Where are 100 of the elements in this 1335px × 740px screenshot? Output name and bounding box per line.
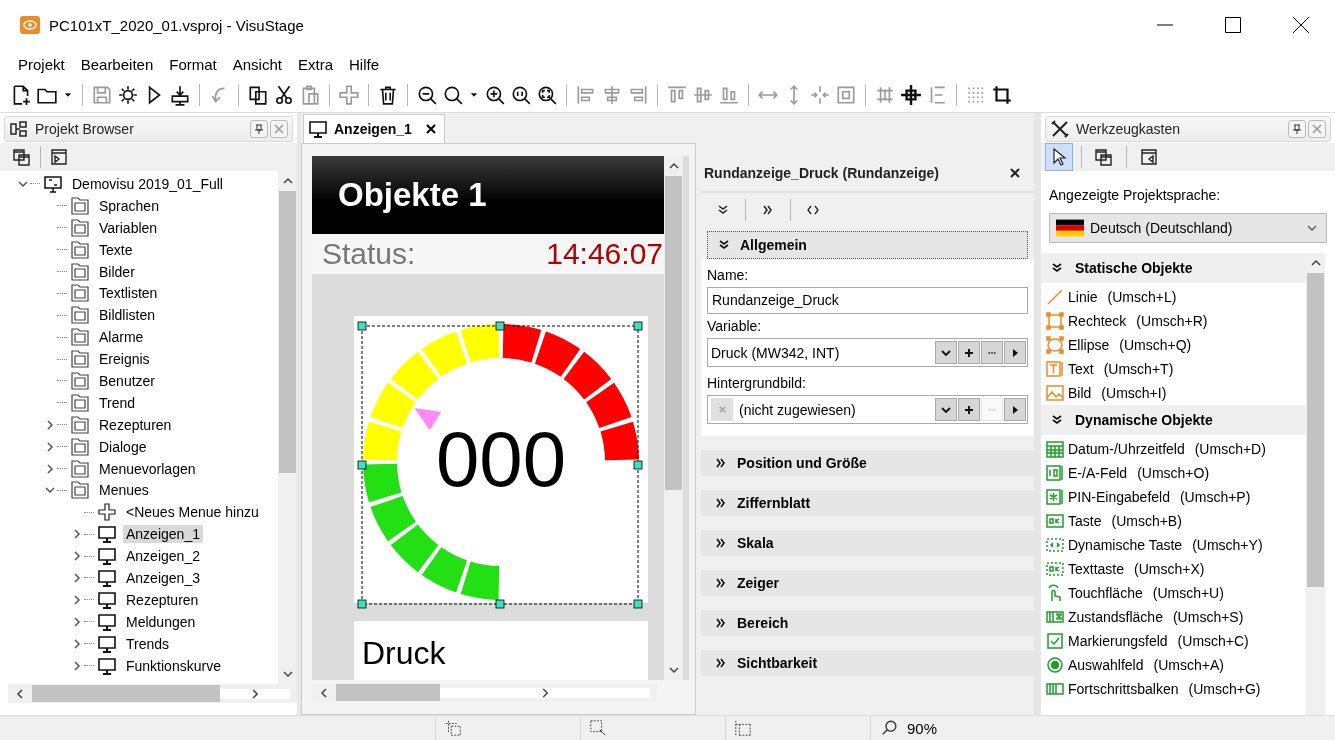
- scroll-left-icon[interactable]: [319, 687, 329, 698]
- expander-icon[interactable]: [72, 551, 82, 562]
- menu-item[interactable]: Hilfe: [341, 52, 387, 76]
- code-icon[interactable]: [807, 204, 819, 216]
- window-arrow-icon[interactable]: [49, 147, 69, 167]
- chevron-icon[interactable]: [715, 537, 727, 549]
- horizontal-scrollbar[interactable]: [8, 684, 297, 703]
- plus-icon[interactable]: [964, 347, 974, 358]
- close-icon[interactable]: [425, 124, 436, 134]
- tree-item[interactable]: Anzeigen_3: [123, 568, 203, 587]
- toolbox-item[interactable]: Fortschrittsbalken: [1068, 681, 1179, 697]
- trash-icon[interactable]: [377, 84, 399, 106]
- tree-item[interactable]: Anzeigen_1: [123, 525, 203, 544]
- toolbox-item[interactable]: Rechteck: [1068, 313, 1127, 329]
- toolbox-item[interactable]: E-/A-Feld: [1068, 465, 1128, 481]
- menu-item[interactable]: Ansicht: [224, 52, 290, 76]
- windows-icon[interactable]: [12, 147, 32, 167]
- collapse-all-icon[interactable]: [762, 204, 774, 216]
- chevron-icon[interactable]: [715, 457, 727, 469]
- play-icon[interactable]: [1010, 347, 1020, 358]
- language-dropdown[interactable]: Deutsch (Deutschland): [1049, 213, 1327, 243]
- chevron-icon[interactable]: [715, 577, 727, 589]
- maximize-icon[interactable]: [1225, 17, 1241, 33]
- horizontal-scrollbar[interactable]: [312, 683, 657, 702]
- tree-item[interactable]: Menues: [96, 481, 152, 500]
- section-header[interactable]: Statische Objekte: [1041, 253, 1306, 283]
- tree-item[interactable]: Trends: [123, 634, 173, 653]
- scroll-up-icon[interactable]: [282, 176, 293, 186]
- tree-item[interactable]: Bildlisten: [96, 306, 159, 325]
- tree-item[interactable]: Variablen: [96, 218, 161, 237]
- caret-icon[interactable]: [941, 347, 951, 358]
- expander-icon[interactable]: [72, 529, 82, 540]
- tree-item[interactable]: Menuevorlagen: [96, 459, 199, 478]
- chevron-icon[interactable]: [715, 657, 727, 669]
- name-field[interactable]: Rundanzeige_Druck: [707, 287, 1028, 314]
- zoom-out-icon[interactable]: [416, 84, 438, 106]
- toolbox-item[interactable]: Markierungsfeld: [1068, 633, 1168, 649]
- scroll-up-icon[interactable]: [668, 161, 679, 171]
- expander-icon[interactable]: [72, 594, 82, 605]
- scissors-icon[interactable]: [273, 84, 295, 106]
- play-icon[interactable]: [1010, 404, 1020, 415]
- crop-icon[interactable]: [991, 84, 1013, 106]
- toolbox-item[interactable]: Datum-/Uhrzeitfeld: [1068, 441, 1185, 457]
- expander-icon[interactable]: [72, 638, 82, 649]
- scroll-left-icon[interactable]: [15, 688, 25, 699]
- dropdown-button[interactable]: [935, 398, 957, 421]
- chevron-icon[interactable]: [1051, 262, 1063, 274]
- caret-icon[interactable]: [941, 404, 951, 415]
- crosshair-icon[interactable]: [900, 84, 922, 106]
- tree-item[interactable]: Meldungen: [123, 612, 199, 631]
- expander-icon[interactable]: [45, 485, 55, 496]
- chevron-icon[interactable]: [718, 239, 730, 251]
- toolbox-item[interactable]: Touchfläche: [1068, 585, 1143, 601]
- toolbox-item[interactable]: Taste: [1068, 513, 1102, 529]
- pages-icon[interactable]: [247, 84, 269, 106]
- expander-icon[interactable]: [45, 419, 55, 430]
- section-header[interactable]: Sichtbarkeit: [701, 650, 1034, 676]
- tree-item[interactable]: Benutzer: [96, 371, 159, 390]
- close-icon[interactable]: [1293, 17, 1309, 33]
- section-header[interactable]: Allgemein: [707, 231, 1028, 259]
- tree-item[interactable]: Demovisu 2019_01_Full: [69, 174, 226, 193]
- tree-item[interactable]: Texte: [96, 240, 136, 259]
- chevron-icon[interactable]: [715, 617, 727, 629]
- menu-item[interactable]: Format: [161, 52, 225, 76]
- toolbox-item[interactable]: Ellipse: [1068, 337, 1110, 353]
- toolbox-item[interactable]: Texttaste: [1068, 561, 1125, 577]
- vertical-scrollbar[interactable]: [664, 156, 683, 680]
- chevron-icon[interactable]: [1051, 414, 1063, 426]
- tree-item[interactable]: Bilder: [96, 262, 138, 281]
- scroll-up-icon[interactable]: [1310, 258, 1321, 268]
- tree-item[interactable]: <Neues Menue hinzu: [123, 503, 262, 522]
- add-button[interactable]: [958, 398, 980, 421]
- zoom-fit-icon[interactable]: [536, 84, 558, 106]
- editor-tab[interactable]: Anzeigen_1: [303, 114, 445, 143]
- picker-field[interactable]: (nicht zugewiesen): [707, 395, 1028, 424]
- section-header[interactable]: Ziffernblatt: [701, 490, 1034, 516]
- dropdown-button[interactable]: [935, 341, 957, 364]
- open-button[interactable]: [1004, 398, 1026, 421]
- toolbox-item[interactable]: Bild: [1068, 385, 1092, 401]
- toolbox-item[interactable]: Auswahlfeld: [1068, 657, 1144, 673]
- section-header[interactable]: Zeiger: [701, 570, 1034, 596]
- vertical-scrollbar[interactable]: [1306, 253, 1325, 715]
- magnifier-icon[interactable]: [442, 84, 464, 106]
- expander-icon[interactable]: [45, 463, 55, 474]
- toolbox-item[interactable]: PIN-Eingabefeld: [1068, 489, 1170, 505]
- expander-icon[interactable]: [18, 178, 28, 189]
- expander-icon[interactable]: [72, 572, 82, 583]
- tree-item[interactable]: Alarme: [96, 328, 147, 347]
- tree-item[interactable]: Dialoge: [96, 437, 150, 456]
- toolbox-item[interactable]: Zustandsfläche: [1068, 609, 1163, 625]
- tree-item[interactable]: Anzeigen_2: [123, 547, 203, 566]
- tree-item[interactable]: Textlisten: [96, 284, 161, 303]
- menu-item[interactable]: Projekt: [10, 52, 73, 76]
- section-header[interactable]: Skala: [701, 530, 1034, 556]
- scroll-down-icon[interactable]: [282, 669, 293, 679]
- section-header[interactable]: Bereich: [701, 610, 1034, 636]
- tree-item[interactable]: Ereignis: [96, 350, 153, 369]
- chevron-icon[interactable]: [715, 497, 727, 509]
- menu-item[interactable]: Bearbeiten: [72, 52, 162, 76]
- expander-icon[interactable]: [72, 616, 82, 627]
